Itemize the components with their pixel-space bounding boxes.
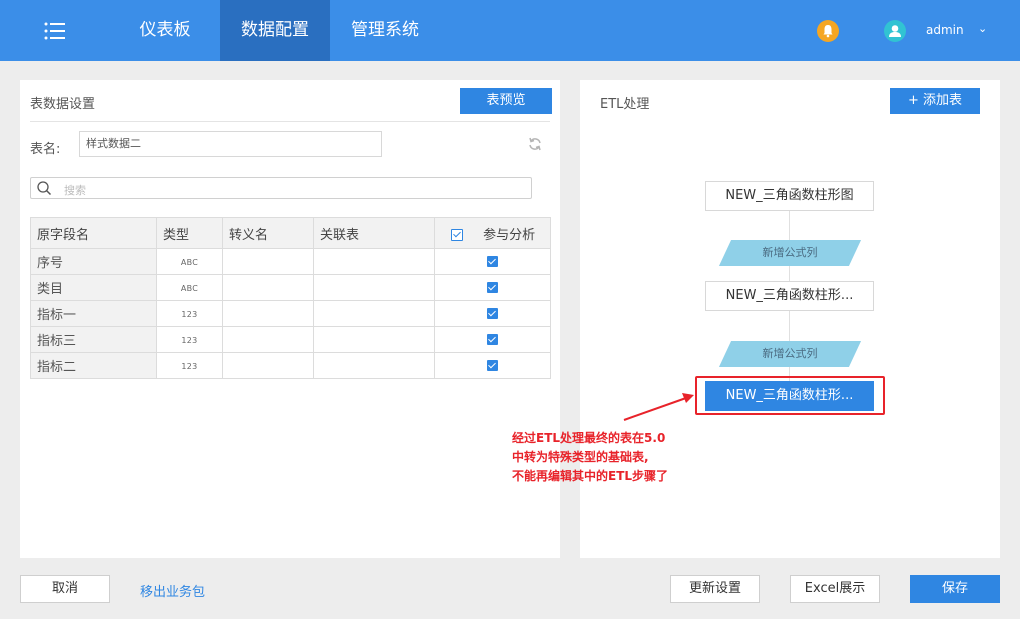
panel-title: ETL处理 [600, 97, 650, 112]
table-row: 指标二 123 [30, 352, 551, 379]
field-name: 指标二 [30, 352, 157, 379]
etl-node-source[interactable]: NEW_三角函数柱形图 [705, 181, 874, 211]
annotation-line: 中转为特殊类型的基础表, [512, 450, 649, 464]
divider [30, 121, 550, 122]
field-name: 指标一 [30, 300, 157, 327]
nav-management[interactable]: 管理系统 [340, 0, 430, 61]
table-name-label: 表名: [30, 142, 61, 157]
excel-view-button[interactable]: Excel展示 [790, 575, 880, 603]
table-row: 序号 ABC [30, 248, 551, 275]
avatar[interactable] [884, 20, 906, 42]
field-name: 类目 [30, 274, 157, 301]
annotation-text: 经过ETL处理最终的表在5.0 中转为特殊类型的基础表, 不能再编辑其中的ETL… [512, 429, 668, 486]
alias-cell[interactable] [222, 248, 314, 275]
relation-cell[interactable] [313, 300, 435, 327]
refresh-icon[interactable] [528, 137, 542, 151]
table-preview-button[interactable]: 表预览 [460, 88, 552, 114]
analyze-checkbox[interactable] [487, 282, 498, 293]
table-header-row: 原字段名 类型 转义名 关联表 参与分析 [30, 217, 551, 249]
field-type-tag: 123 [181, 336, 198, 345]
etl-step-label: 新增公式列 [762, 246, 818, 259]
etl-node-intermediate[interactable]: NEW_三角函数柱形... [705, 281, 874, 311]
cancel-button[interactable]: 取消 [20, 575, 110, 603]
col-header-relation: 关联表 [313, 217, 435, 249]
col-header-type: 类型 [156, 217, 223, 249]
table-settings-panel: 表数据设置 表预览 表名: 样式数据二 搜索 原字段名 类型 转义名 关联表 参… [20, 80, 560, 558]
etl-step-formula[interactable]: 新增公式列 [718, 341, 862, 367]
table-row: 指标三 123 [30, 326, 551, 353]
search-input[interactable]: 搜索 [30, 177, 532, 199]
panel-title: 表数据设置 [30, 97, 96, 112]
etl-panel: ETL处理 + 添加表 NEW_三角函数柱形图 新增公式列 NEW_三角函数柱形… [580, 80, 1000, 558]
col-header-analyze: 参与分析 [434, 217, 551, 249]
bell-icon[interactable] [817, 20, 839, 42]
search-icon [37, 181, 52, 196]
top-nav-bar: 仪表板 数据配置 管理系统 admin ⌄ [0, 0, 1020, 61]
nav-dashboard[interactable]: 仪表板 [120, 0, 210, 61]
table-name-input[interactable]: 样式数据二 [79, 131, 382, 157]
annotation-arrow [623, 393, 694, 421]
remove-from-package-link[interactable]: 移出业务包 [140, 581, 205, 600]
alias-cell[interactable] [222, 326, 314, 353]
field-name: 序号 [30, 248, 157, 275]
etl-step-formula[interactable]: 新增公式列 [718, 240, 862, 266]
analyze-checkbox[interactable] [487, 256, 498, 267]
col-header-alias: 转义名 [222, 217, 314, 249]
field-type-tag: 123 [181, 362, 198, 371]
relation-cell[interactable] [313, 326, 435, 353]
field-name: 指标三 [30, 326, 157, 353]
field-type-tag: ABC [180, 258, 199, 267]
fields-table: 原字段名 类型 转义名 关联表 参与分析 序号 ABC 类目 ABC 指标一 1… [30, 217, 551, 379]
relation-cell[interactable] [313, 352, 435, 379]
analyze-checkbox[interactable] [487, 308, 498, 319]
field-type-tag: ABC [180, 284, 199, 293]
etl-step-label: 新增公式列 [762, 347, 818, 360]
relation-cell[interactable] [313, 248, 435, 275]
user-name[interactable]: admin [926, 23, 964, 37]
alias-cell[interactable] [222, 274, 314, 301]
update-settings-button[interactable]: 更新设置 [670, 575, 760, 603]
search-placeholder: 搜索 [64, 184, 86, 197]
add-table-button[interactable]: + 添加表 [890, 88, 980, 114]
nav-data-config[interactable]: 数据配置 [220, 0, 330, 61]
analyze-checkbox[interactable] [487, 360, 498, 371]
relation-cell[interactable] [313, 274, 435, 301]
chevron-down-icon[interactable]: ⌄ [978, 22, 987, 35]
col-header-analyze-label: 参与分析 [483, 227, 536, 243]
analyze-checkbox[interactable] [487, 334, 498, 345]
alias-cell[interactable] [222, 300, 314, 327]
table-row: 指标一 123 [30, 300, 551, 327]
annotation-line: 不能再编辑其中的ETL步骤了 [512, 469, 669, 483]
highlight-box [695, 376, 885, 415]
select-all-checkbox[interactable] [451, 229, 463, 241]
annotation-line: 经过ETL处理最终的表在5.0 [512, 431, 666, 445]
col-header-name: 原字段名 [30, 217, 157, 249]
table-row: 类目 ABC [30, 274, 551, 301]
alias-cell[interactable] [222, 352, 314, 379]
field-type-tag: 123 [181, 310, 198, 319]
save-button[interactable]: 保存 [910, 575, 1000, 603]
menu-list-icon[interactable] [44, 22, 66, 40]
